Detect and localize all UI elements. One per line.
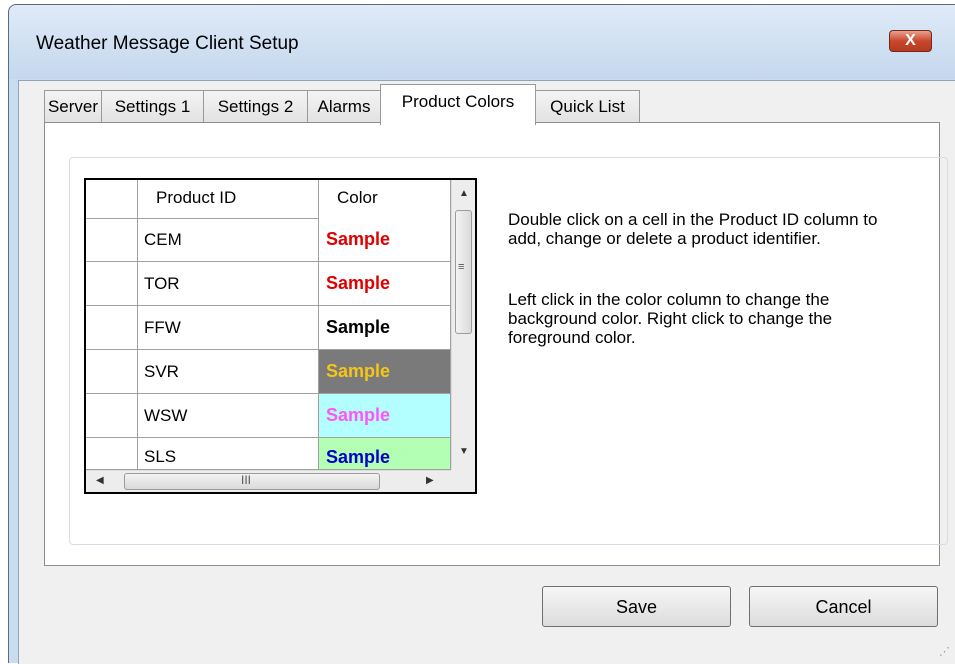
- tab-label: Quick List: [550, 97, 625, 116]
- column-header-color[interactable]: Color: [319, 180, 451, 218]
- color-sample-cell[interactable]: Sample: [319, 218, 451, 262]
- horizontal-scrollbar[interactable]: ◀ III ▶: [86, 470, 451, 492]
- row-header[interactable]: [86, 438, 138, 470]
- product-id-cell[interactable]: TOR: [138, 262, 319, 306]
- setup-window: Weather Message Client Setup X Server Se…: [8, 4, 955, 664]
- product-id-cell[interactable]: SLS: [138, 438, 319, 470]
- tab-settings-2[interactable]: Settings 2: [203, 90, 308, 123]
- scroll-down-arrow-icon[interactable]: ▼: [459, 446, 469, 457]
- row-header[interactable]: [86, 394, 138, 438]
- resize-grip-icon[interactable]: ⋰: [939, 645, 950, 658]
- color-sample-cell[interactable]: Sample: [319, 438, 451, 470]
- table-row: SVR Sample: [86, 350, 451, 394]
- color-sample-cell[interactable]: Sample: [319, 262, 451, 306]
- scroll-up-arrow-icon[interactable]: ▲: [459, 188, 469, 199]
- product-id-cell[interactable]: SVR: [138, 350, 319, 394]
- help-text-color: Left click in the color column to change…: [508, 290, 833, 347]
- tab-label: Server: [47, 97, 99, 116]
- save-button[interactable]: Save: [542, 586, 731, 627]
- tab-label: Alarms: [317, 97, 371, 116]
- close-icon: X: [905, 32, 916, 49]
- close-button[interactable]: X: [889, 30, 932, 52]
- scrollbar-corner: [451, 470, 475, 492]
- table-row: CEM Sample: [86, 218, 451, 262]
- table-row: FFW Sample: [86, 306, 451, 350]
- scroll-left-arrow-icon[interactable]: ◀: [96, 475, 104, 486]
- product-id-cell[interactable]: CEM: [138, 218, 319, 262]
- row-header[interactable]: [86, 306, 138, 350]
- tab-label: Settings 1: [114, 97, 191, 116]
- tab-quick-list[interactable]: Quick List: [535, 90, 640, 123]
- horizontal-scroll-thumb[interactable]: III: [124, 473, 380, 490]
- product-id-cell[interactable]: WSW: [138, 394, 319, 438]
- grip-icon: ≡: [458, 261, 465, 273]
- tab-alarms[interactable]: Alarms: [307, 90, 381, 123]
- title-bar[interactable]: Weather Message Client Setup X: [9, 5, 955, 79]
- row-header[interactable]: [86, 350, 138, 394]
- scroll-right-arrow-icon[interactable]: ▶: [426, 475, 434, 486]
- row-header[interactable]: [86, 262, 138, 306]
- product-id-cell[interactable]: FFW: [138, 306, 319, 350]
- vertical-scroll-thumb[interactable]: ≡: [455, 210, 472, 334]
- table-row: TOR Sample: [86, 262, 451, 306]
- row-header-corner: [86, 180, 138, 218]
- tab-label: Settings 2: [217, 97, 294, 116]
- product-colors-grid[interactable]: Product ID Color CEM Sample TOR Sample F…: [84, 178, 477, 494]
- tab-server[interactable]: Server: [44, 90, 102, 123]
- product-colors-group: Product ID Color CEM Sample TOR Sample F…: [69, 157, 948, 545]
- color-sample-cell[interactable]: Sample: [319, 306, 451, 350]
- cancel-button[interactable]: Cancel: [749, 586, 938, 627]
- help-text-add: Double click on a cell in the Product ID…: [508, 210, 878, 248]
- product-colors-panel: Product ID Color CEM Sample TOR Sample F…: [44, 122, 948, 566]
- vertical-scrollbar[interactable]: ▲ ≡ ▼: [451, 180, 475, 470]
- table-row: SLS Sample: [86, 438, 451, 470]
- grip-icon: III: [241, 473, 252, 487]
- dialog-client-area: Server Settings 1 Settings 2 Alarms Prod…: [18, 80, 955, 664]
- tab-product-colors[interactable]: Product Colors: [380, 84, 536, 125]
- table-row: WSW Sample: [86, 394, 451, 438]
- color-sample-cell[interactable]: Sample: [319, 350, 451, 394]
- tab-label: Product Colors: [401, 92, 515, 111]
- row-header[interactable]: [86, 218, 138, 262]
- tab-settings-1[interactable]: Settings 1: [101, 90, 204, 123]
- column-header-product-id[interactable]: Product ID: [138, 180, 319, 218]
- color-sample-cell[interactable]: Sample: [319, 394, 451, 438]
- grid-header: Product ID Color: [86, 180, 451, 219]
- window-title: Weather Message Client Setup: [36, 33, 299, 54]
